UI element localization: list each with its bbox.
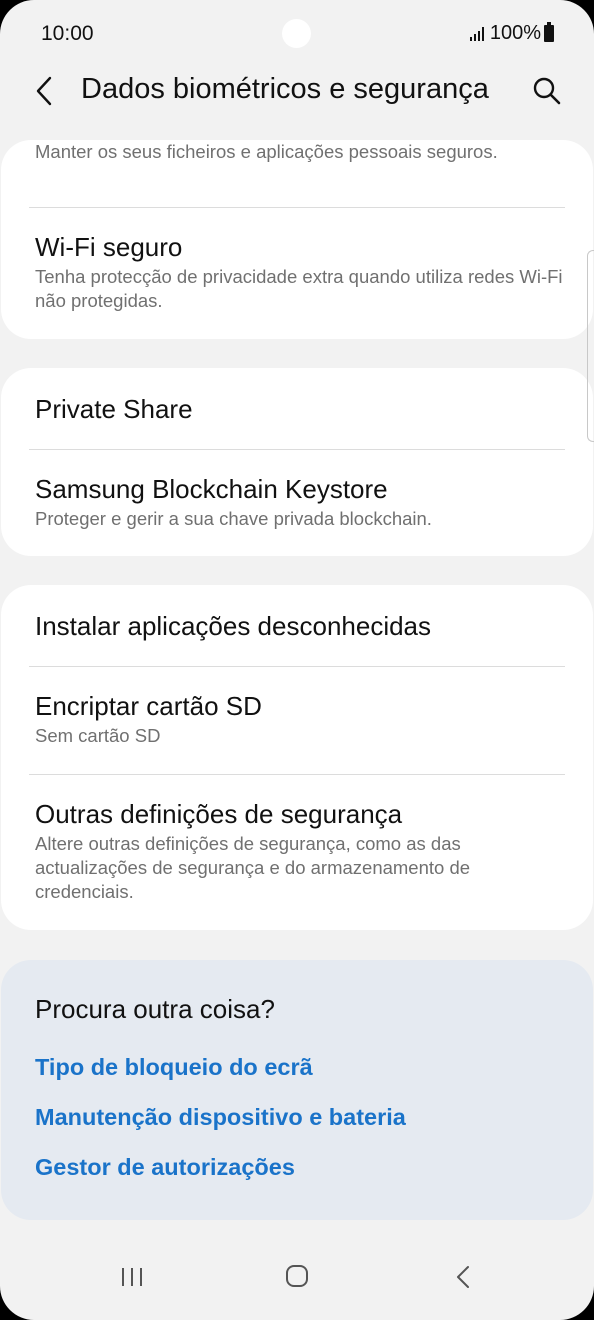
- list-item-subtitle: Tenha protecção de privacidade extra qua…: [35, 266, 563, 311]
- settings-group-3: Instalar aplicações desconhecidas Encrip…: [1, 585, 593, 930]
- list-item-title: Instalar aplicações desconhecidas: [35, 611, 432, 641]
- nav-back-icon[interactable]: [455, 1264, 471, 1290]
- suggestion-link-device-care[interactable]: Manutenção dispositivo e bateria: [35, 1104, 406, 1131]
- home-icon[interactable]: [285, 1264, 309, 1288]
- suggestion-link-permission-manager[interactable]: Gestor de autorizações: [35, 1154, 295, 1181]
- battery-percent: 100%: [489, 22, 541, 44]
- page-title: Dados biométricos e segurança: [81, 73, 489, 105]
- list-item-subtitle: Manter os seus ficheiros e aplicações pe…: [35, 141, 498, 162]
- navigation-bar: [0, 1240, 594, 1320]
- back-arrow-icon[interactable]: [30, 74, 60, 108]
- list-item-title: Private Share: [35, 394, 193, 424]
- settings-group-2: Private Share Samsung Blockchain Keystor…: [1, 368, 593, 556]
- divider: [29, 774, 565, 775]
- signal-icon: [468, 26, 484, 41]
- list-item-install-unknown-apps[interactable]: Instalar aplicações desconhecidas: [35, 610, 565, 642]
- status-time: 10:00: [41, 22, 94, 45]
- scrollbar[interactable]: [587, 250, 594, 442]
- list-item-other-security-settings[interactable]: Outras definições de segurança Altere ou…: [35, 798, 565, 904]
- screen: 10:00 100% Dados biométricos e segurança…: [0, 0, 594, 1320]
- list-item-subtitle: Proteger e gerir a sua chave privada blo…: [35, 508, 432, 529]
- list-item-private-share[interactable]: Private Share: [35, 393, 565, 425]
- list-item-encrypt-sd[interactable]: Encriptar cartão SD Sem cartão SD: [35, 690, 565, 748]
- app-header: Dados biométricos e segurança: [0, 60, 594, 124]
- list-item-partial[interactable]: Manter os seus ficheiros e aplicações pe…: [35, 140, 565, 164]
- settings-group-1: Manter os seus ficheiros e aplicações pe…: [1, 140, 593, 339]
- suggestion-link-screen-lock[interactable]: Tipo de bloqueio do ecrã: [35, 1054, 313, 1081]
- suggestions-title: Procura outra coisa?: [35, 994, 275, 1024]
- status-indicators: 100%: [468, 22, 554, 45]
- list-item-title: Samsung Blockchain Keystore: [35, 474, 388, 504]
- list-item-wifi-seguro[interactable]: Wi-Fi seguro Tenha protecção de privacid…: [35, 231, 565, 313]
- list-item-subtitle: Sem cartão SD: [35, 725, 161, 746]
- list-item-title: Outras definições de segurança: [35, 799, 403, 829]
- divider: [29, 666, 565, 667]
- battery-icon: [544, 22, 554, 42]
- list-item-title: Wi-Fi seguro: [35, 232, 183, 262]
- recents-icon[interactable]: [120, 1266, 144, 1288]
- divider: [29, 207, 565, 208]
- divider: [29, 449, 565, 450]
- search-icon[interactable]: [530, 74, 564, 108]
- suggestions-card: Procura outra coisa? Tipo de bloqueio do…: [1, 960, 593, 1220]
- list-item-title: Encriptar cartão SD: [35, 691, 262, 721]
- status-bar: 10:00 100%: [0, 0, 594, 68]
- list-item-blockchain-keystore[interactable]: Samsung Blockchain Keystore Proteger e g…: [35, 473, 565, 531]
- front-camera-cutout: [282, 19, 311, 48]
- list-item-subtitle: Altere outras definições de segurança, c…: [35, 833, 471, 902]
